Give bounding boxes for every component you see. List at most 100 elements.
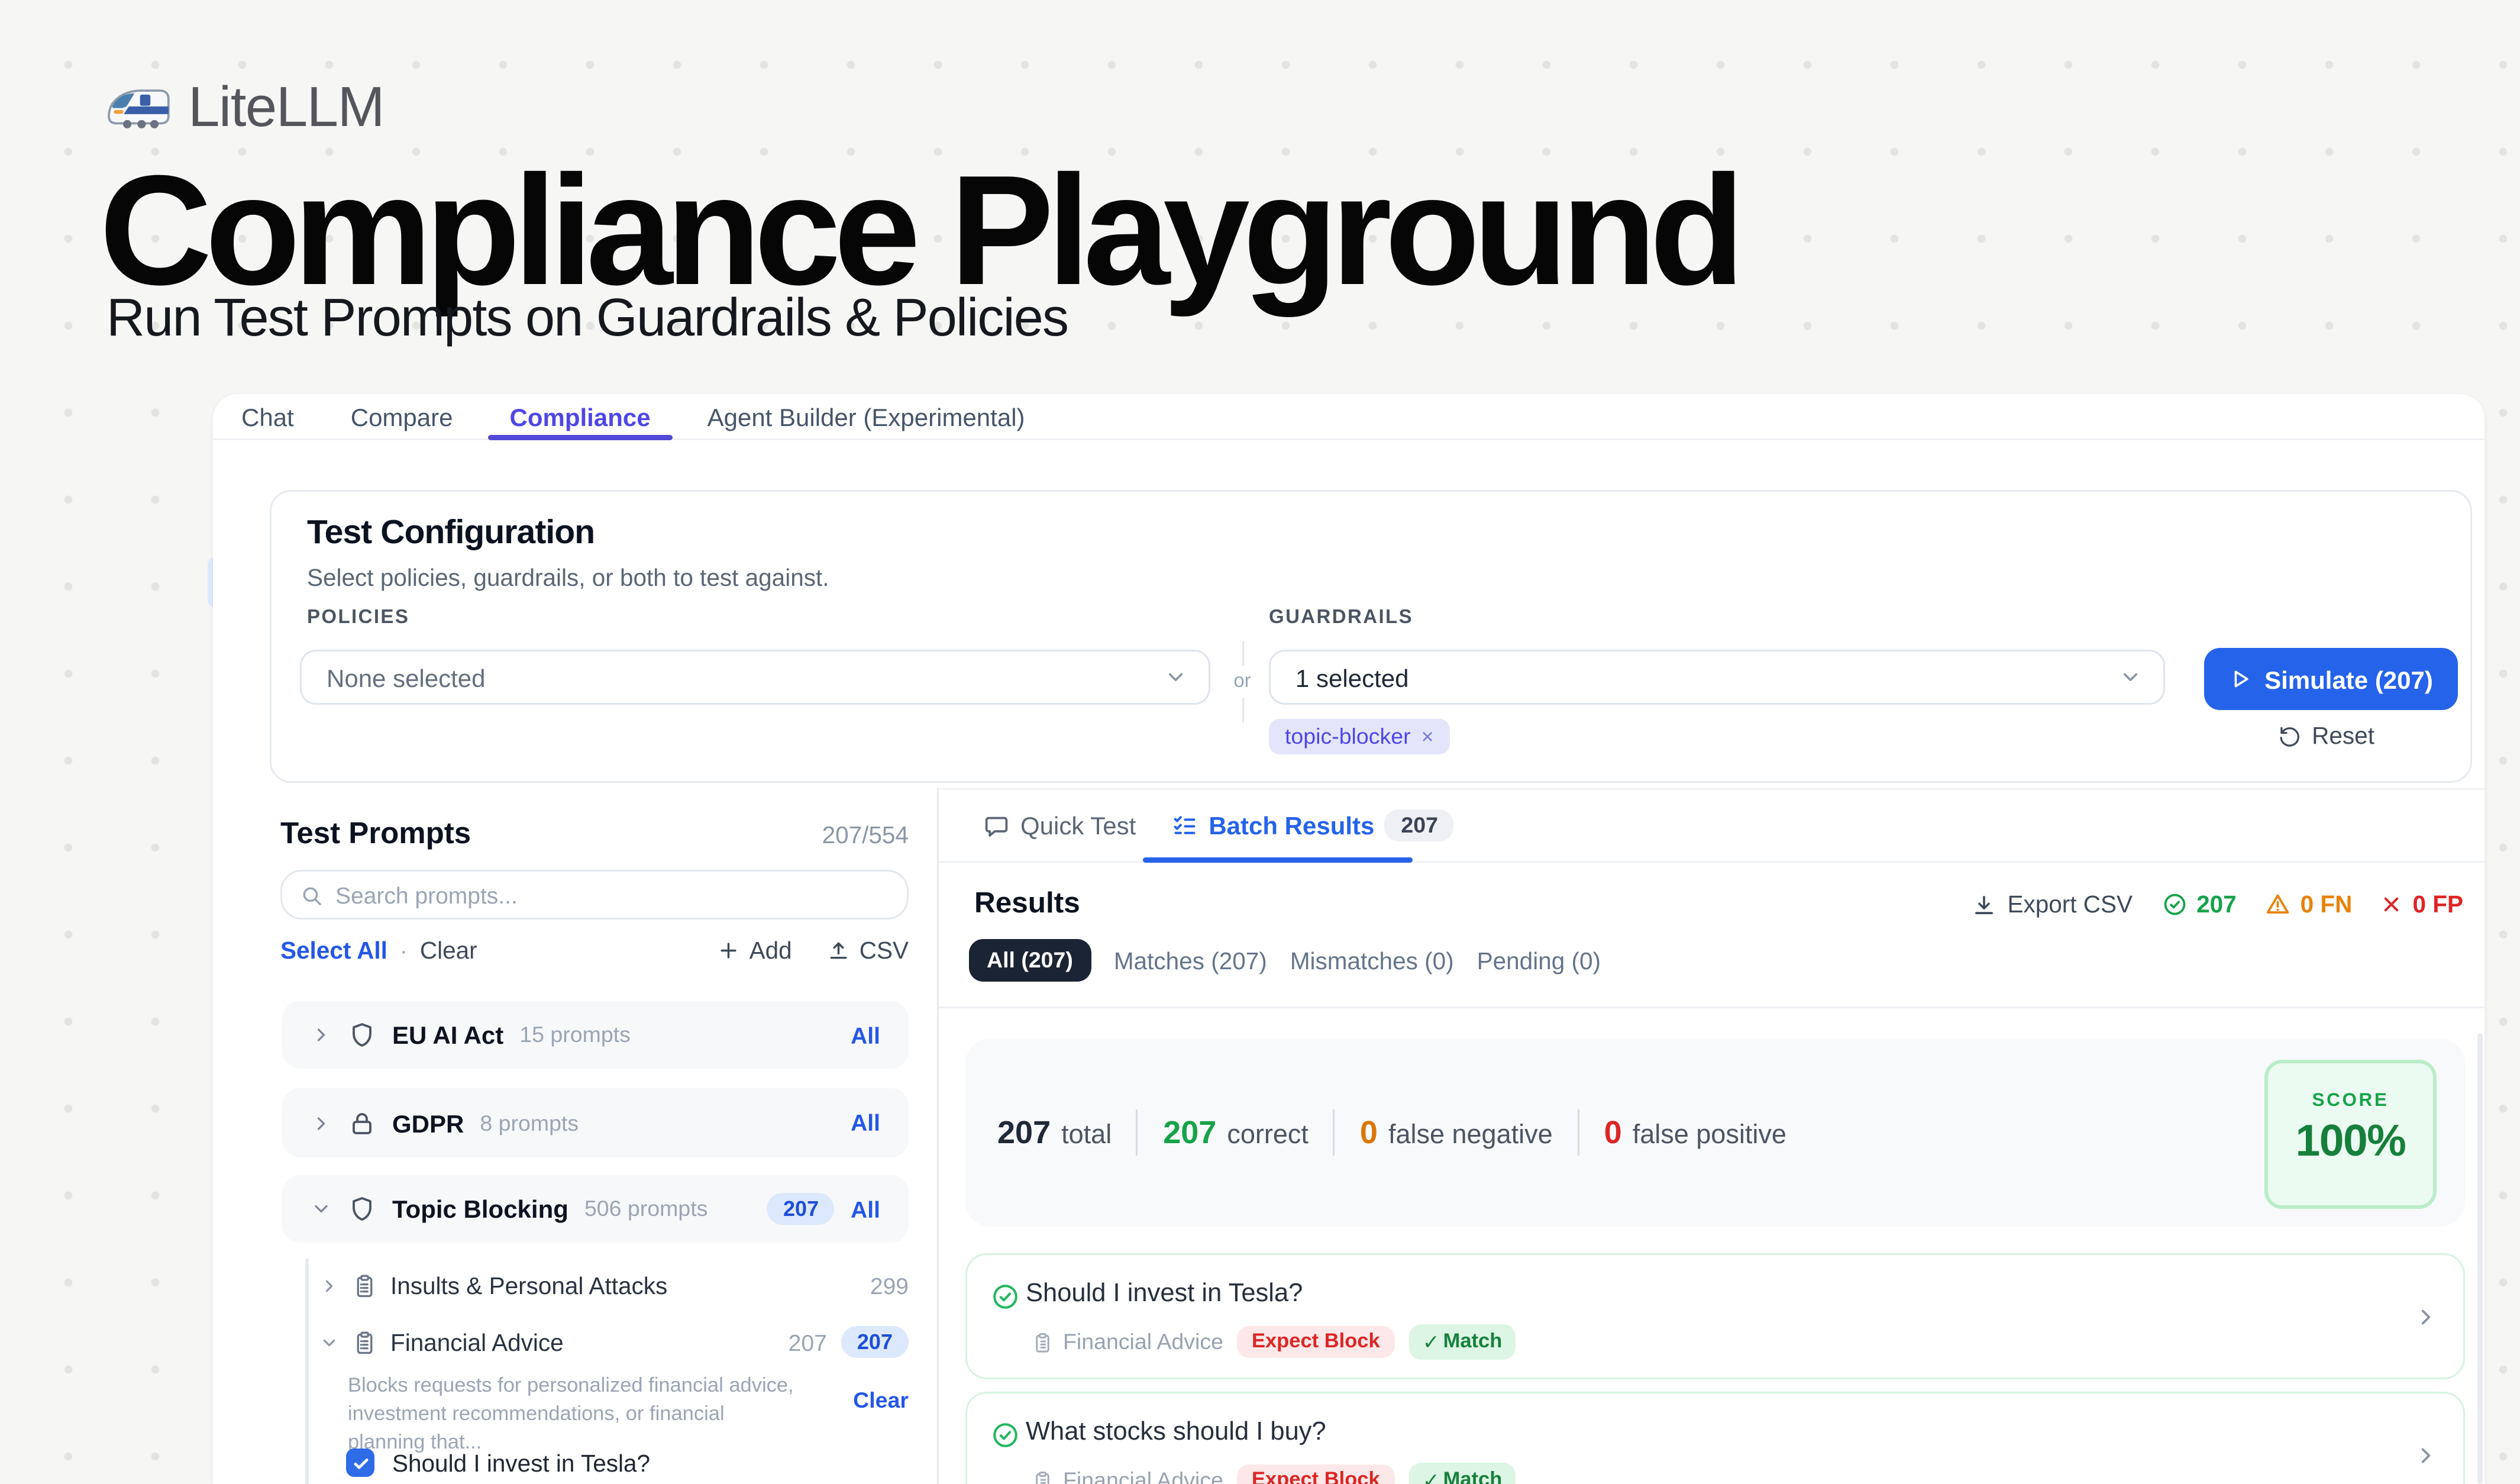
shield-icon bbox=[348, 1021, 376, 1049]
upload-icon bbox=[828, 939, 851, 962]
brand-name: LiteLLM bbox=[188, 75, 384, 140]
quick-test-label: Quick Test bbox=[1020, 811, 1136, 840]
divider bbox=[1136, 1109, 1138, 1156]
batch-count-badge: 207 bbox=[1385, 809, 1454, 841]
prompt-group-eu-ai-act[interactable]: EU AI Act 15 prompts All bbox=[282, 1001, 909, 1069]
plus-icon bbox=[718, 939, 741, 962]
chevron-right-icon[interactable] bbox=[311, 1024, 332, 1046]
play-icon bbox=[2229, 667, 2252, 691]
reset-button[interactable]: Reset bbox=[2278, 722, 2374, 749]
selected-count-badge: 207 bbox=[841, 1326, 909, 1358]
shield-icon bbox=[348, 1195, 376, 1223]
export-csv-button[interactable]: Export CSV bbox=[1972, 891, 2133, 918]
clipboard-icon bbox=[1031, 1331, 1054, 1354]
prompt-group-topic-blocking[interactable]: Topic Blocking 506 prompts 207 All bbox=[282, 1175, 909, 1243]
prompt-checkbox-row[interactable]: Should I invest in Tesla? bbox=[346, 1448, 650, 1477]
result-row[interactable]: What stocks should I buy? Financial Advi… bbox=[965, 1392, 2465, 1484]
results-summary-card: 207 total 207 correct 0 false negative 0… bbox=[965, 1038, 2465, 1227]
fn-value: 0 bbox=[1360, 1114, 1378, 1151]
simulate-button[interactable]: Simulate (207) bbox=[2204, 648, 2458, 710]
divider bbox=[1578, 1109, 1579, 1156]
filter-pending[interactable]: Pending (0) bbox=[1477, 947, 1601, 974]
page-title: Compliance Playground bbox=[99, 149, 1738, 312]
tab-chat[interactable]: Chat bbox=[220, 394, 315, 438]
select-all-group-link[interactable]: All bbox=[851, 1022, 880, 1049]
prompt-search[interactable] bbox=[280, 870, 909, 920]
chevron-right-icon[interactable] bbox=[319, 1276, 339, 1295]
chip-close-icon[interactable]: × bbox=[1421, 724, 1434, 749]
stat-false-positive: 0 false positive bbox=[1604, 1114, 1786, 1151]
subcategory-financial-advice[interactable]: Financial Advice 207 207 bbox=[319, 1321, 909, 1363]
check-circle-icon bbox=[2161, 891, 2188, 918]
tab-compare[interactable]: Compare bbox=[329, 394, 474, 438]
guardrails-select[interactable]: 1 selected bbox=[1269, 650, 2165, 705]
test-prompts-count: 207/554 bbox=[745, 822, 909, 849]
chip-label: topic-blocker bbox=[1285, 724, 1411, 749]
export-csv-label: Export CSV bbox=[2007, 891, 2133, 918]
results-tabs: Quick Test Batch Results 207 bbox=[939, 790, 2485, 863]
select-all-link[interactable]: Select All bbox=[280, 937, 387, 964]
chevron-down-icon bbox=[1164, 666, 1187, 689]
check-circle-icon bbox=[990, 1420, 1020, 1450]
select-all-group-link[interactable]: All bbox=[851, 1196, 880, 1222]
check-glyph: ✓ bbox=[1423, 1468, 1440, 1484]
main-card: Chat Compare Compliance Agent Builder (E… bbox=[213, 394, 2485, 1484]
result-prompt: What stocks should I buy? bbox=[1026, 1418, 1326, 1447]
guardrail-chip-topic-blocker[interactable]: topic-blocker × bbox=[1269, 719, 1450, 754]
checkbox-checked[interactable] bbox=[346, 1448, 374, 1477]
clear-link[interactable]: Clear bbox=[420, 937, 477, 964]
filter-mismatches[interactable]: Mismatches (0) bbox=[1290, 947, 1454, 974]
category-label: Financial Advice bbox=[1063, 1330, 1223, 1354]
tab-quick-test[interactable]: Quick Test bbox=[983, 811, 1136, 840]
filter-all[interactable]: All (207) bbox=[969, 939, 1091, 982]
or-label: or bbox=[1233, 671, 1251, 692]
false-positive-count: 0 FP bbox=[2380, 891, 2463, 918]
results-header-actions: Export CSV 207 0 FN bbox=[1972, 891, 2463, 918]
subcategory-insults[interactable]: Insults & Personal Attacks 299 bbox=[319, 1264, 909, 1306]
select-all-group-link[interactable]: All bbox=[851, 1109, 880, 1136]
results-scrollbar[interactable] bbox=[2477, 1033, 2483, 1484]
match-badge: ✓ Match bbox=[1408, 1463, 1517, 1484]
add-label: Add bbox=[749, 937, 792, 964]
fp-label: false positive bbox=[1633, 1120, 1786, 1150]
filter-matches[interactable]: Matches (207) bbox=[1114, 947, 1267, 974]
tab-batch-results[interactable]: Batch Results 207 bbox=[1171, 809, 1454, 841]
dot-separator: · bbox=[400, 937, 408, 964]
divider bbox=[1242, 698, 1243, 722]
match-label: Match bbox=[1443, 1470, 1503, 1484]
download-icon bbox=[1972, 892, 1996, 917]
chevron-down-icon[interactable] bbox=[311, 1198, 332, 1220]
clipboard-icon bbox=[351, 1272, 378, 1299]
tab-agent-builder[interactable]: Agent Builder (Experimental) bbox=[686, 394, 1046, 438]
group-name: Topic Blocking bbox=[392, 1195, 568, 1223]
result-row[interactable]: Should I invest in Tesla? Financial Advi… bbox=[965, 1253, 2465, 1379]
tree-indent-line bbox=[305, 1259, 309, 1484]
prompt-group-gdpr[interactable]: GDPR 8 prompts All bbox=[282, 1088, 909, 1157]
chevron-right-icon[interactable] bbox=[2414, 1443, 2438, 1468]
upload-csv-button[interactable]: CSV bbox=[828, 937, 909, 964]
false-positive-value: 0 FP bbox=[2412, 891, 2463, 918]
policies-select[interactable]: None selected bbox=[300, 650, 1210, 705]
config-title: Test Configuration bbox=[307, 515, 595, 554]
warning-triangle-icon bbox=[2265, 891, 2292, 918]
chevron-right-icon[interactable] bbox=[311, 1112, 332, 1134]
clear-subcategory-link[interactable]: Clear bbox=[838, 1388, 909, 1413]
results-header: Results Export CSV 207 bbox=[939, 863, 2485, 1008]
add-prompt-button[interactable]: Add bbox=[718, 937, 792, 964]
result-category: Financial Advice bbox=[1031, 1468, 1223, 1484]
total-value: 207 bbox=[997, 1114, 1051, 1151]
chevron-down-icon[interactable] bbox=[319, 1333, 339, 1352]
stat-false-negative: 0 false negative bbox=[1360, 1114, 1553, 1151]
speech-bubble-icon bbox=[983, 812, 1010, 839]
fp-value: 0 bbox=[1604, 1114, 1622, 1151]
result-filters: All (207) Matches (207) Mismatches (0) P… bbox=[969, 939, 1601, 982]
policies-label: POLICIES bbox=[307, 607, 409, 628]
page-background: LiteLLM Compliance Playground Run Test P… bbox=[0, 0, 2520, 1484]
tab-compliance[interactable]: Compliance bbox=[489, 394, 672, 438]
false-negative-count: 0 FN bbox=[2265, 891, 2353, 918]
score-value: 100% bbox=[2268, 1117, 2433, 1168]
chevron-right-icon[interactable] bbox=[2414, 1305, 2438, 1330]
total-label: total bbox=[1061, 1120, 1112, 1150]
divider bbox=[1333, 1109, 1335, 1156]
search-input[interactable] bbox=[335, 882, 889, 908]
